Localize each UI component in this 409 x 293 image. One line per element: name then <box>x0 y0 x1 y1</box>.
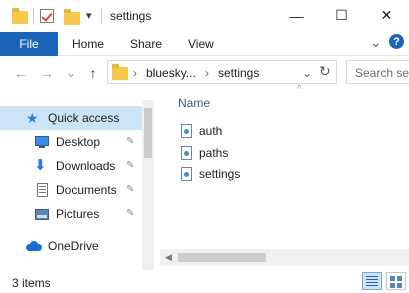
sidebar-item-documents[interactable]: Documents <box>34 178 117 202</box>
tab-home[interactable]: Home <box>72 32 104 56</box>
sidebar-item-label: Desktop <box>56 135 101 149</box>
large-icons-view-button[interactable] <box>386 272 406 290</box>
window-title: settings <box>110 9 152 23</box>
file-icon <box>181 167 192 181</box>
details-view-button[interactable] <box>362 272 382 290</box>
customize-toolbar-icon[interactable]: ▾ <box>86 9 92 22</box>
column-header-name[interactable]: Name <box>178 96 210 110</box>
folder-icon <box>112 64 128 80</box>
address-separator: › <box>205 66 209 80</box>
sidebar-item-onedrive[interactable]: OneDrive <box>26 234 99 258</box>
sidebar-item-downloads[interactable]: ⬇ Downloads <box>34 154 115 178</box>
desktop-icon <box>34 134 50 150</box>
folder-icon <box>12 8 28 24</box>
sidebar-item-label: Pictures <box>56 207 100 221</box>
breadcrumb-parent[interactable]: bluesky... <box>146 66 196 80</box>
file-row[interactable]: auth <box>181 121 222 141</box>
sidebar-item-quick-access[interactable]: ★ Quick access <box>26 106 119 130</box>
title-separator <box>33 8 34 24</box>
back-button[interactable]: ← <box>12 64 30 82</box>
up-button[interactable]: ↑ <box>84 64 102 82</box>
breadcrumb-current[interactable]: settings <box>218 66 259 80</box>
documents-icon <box>34 182 50 198</box>
sidebar-item-pictures[interactable]: Pictures <box>34 202 99 226</box>
file-icon <box>181 124 192 138</box>
pin-icon: ✎ <box>126 160 135 171</box>
maximize-button[interactable]: ☐ <box>319 0 364 31</box>
expand-ribbon-icon[interactable]: ⌄ <box>370 34 382 51</box>
forward-button[interactable]: → <box>38 64 56 82</box>
pin-icon: ✎ <box>126 208 135 219</box>
sidebar-item-label: OneDrive <box>48 239 99 253</box>
download-icon: ⬇ <box>34 157 47 174</box>
file-row[interactable]: settings <box>181 164 240 184</box>
pin-icon: ✎ <box>126 184 135 195</box>
pin-icon: ✎ <box>126 136 135 147</box>
properties-icon[interactable] <box>40 9 54 23</box>
sidebar-scrollbar-thumb[interactable] <box>144 108 152 158</box>
recent-locations-button[interactable]: ⌄ <box>62 64 80 82</box>
sidebar-item-desktop[interactable]: Desktop <box>34 130 100 154</box>
help-icon[interactable]: ? <box>389 34 404 49</box>
file-row[interactable]: paths <box>181 143 228 163</box>
tab-view[interactable]: View <box>188 32 214 56</box>
new-folder-icon[interactable] <box>64 9 80 25</box>
file-name: auth <box>199 124 223 138</box>
status-bar <box>0 270 409 293</box>
title-separator <box>101 8 102 24</box>
sidebar-item-label: Downloads <box>56 159 116 173</box>
minimize-button[interactable]: — <box>274 0 319 31</box>
item-count: 3 items <box>12 276 51 290</box>
address-separator: › <box>133 66 137 80</box>
file-name: settings <box>199 167 241 181</box>
content-scrollbar-thumb[interactable] <box>178 253 266 262</box>
close-button[interactable]: ✕ <box>364 0 409 31</box>
tab-file[interactable]: File <box>0 32 58 56</box>
file-name: paths <box>199 146 229 160</box>
sidebar-item-label: Documents <box>56 183 117 197</box>
tab-share[interactable]: Share <box>130 32 162 56</box>
refresh-icon[interactable]: ↻ <box>319 63 331 80</box>
pictures-icon <box>34 206 50 222</box>
sort-ascending-icon: ^ <box>297 84 302 95</box>
cloud-icon <box>26 238 42 254</box>
sidebar-item-label: Quick access <box>48 111 120 125</box>
address-dropdown-icon[interactable]: ⌄ <box>302 66 312 80</box>
file-icon <box>181 146 192 160</box>
scroll-left-icon[interactable]: ◀ <box>165 252 172 263</box>
star-icon: ★ <box>26 110 39 126</box>
search-placeholder: Search set <box>355 66 409 80</box>
